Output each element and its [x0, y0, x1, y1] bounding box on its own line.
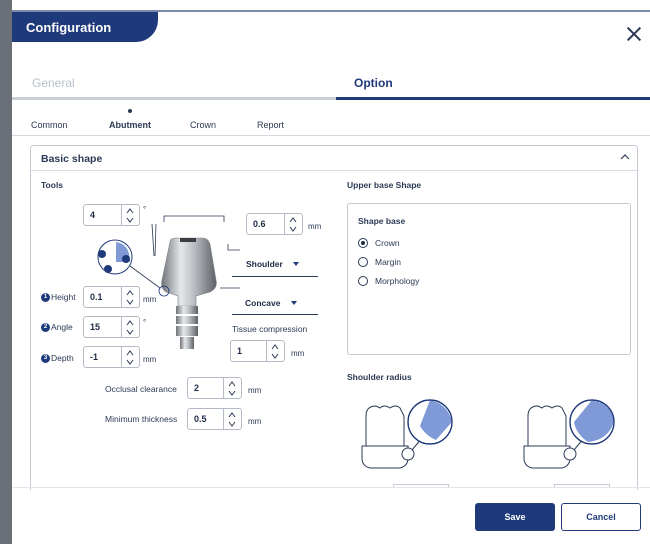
tab-option[interactable]: Option [354, 76, 393, 90]
tissue-compression-input[interactable]: 1 [230, 340, 285, 362]
radio-morphology-label[interactable]: Morphology [375, 276, 419, 286]
minimum-thickness-unit: mm [248, 417, 262, 426]
dialog-title: Configuration [26, 20, 112, 35]
chevron-up-icon[interactable] [620, 152, 630, 162]
height-label: Height [51, 292, 76, 302]
chevron-down-icon[interactable] [126, 298, 134, 306]
panel-title: Basic shape [41, 153, 103, 165]
tissue-compression-unit: mm [291, 349, 305, 358]
occlusal-clearance-unit: mm [248, 386, 262, 395]
tissue-compression-stepper[interactable] [266, 341, 284, 361]
chevron-up-icon[interactable] [126, 349, 134, 357]
chevron-down-icon[interactable] [271, 352, 279, 360]
chevron-up-icon[interactable] [228, 380, 236, 388]
depth-badge: 3 [41, 354, 50, 363]
chevron-up-icon[interactable] [289, 216, 297, 224]
radio-crown[interactable] [358, 238, 368, 248]
occlusal-clearance-input[interactable]: 2 [187, 377, 242, 399]
depth-label: Depth [51, 353, 74, 363]
footer-divider [12, 487, 650, 488]
margin-profile-dropdown[interactable]: Concave [245, 298, 280, 308]
height-unit: mm [143, 295, 157, 304]
tools-label: Tools [41, 180, 64, 190]
shape-base-title: Shape base [358, 216, 406, 226]
subtab-report[interactable]: Report [257, 120, 284, 130]
height-stepper[interactable] [121, 287, 139, 307]
radio-morphology[interactable] [358, 276, 368, 286]
shoulder-radius-small-illustration [361, 399, 453, 469]
save-button[interactable]: Save [475, 503, 555, 531]
chevron-up-icon[interactable] [271, 343, 279, 351]
chevron-down-icon[interactable] [293, 262, 299, 266]
chevron-down-icon[interactable] [228, 420, 236, 428]
tissue-compression-label: Tissue compression [232, 324, 308, 334]
depth-input[interactable]: -1 [83, 346, 140, 368]
margin-width-stepper[interactable] [284, 214, 302, 234]
radio-margin-label[interactable]: Margin [375, 257, 401, 267]
tab-underline-general [12, 97, 336, 100]
chevron-down-icon[interactable] [126, 358, 134, 366]
subtab-crown[interactable]: Crown [190, 120, 216, 130]
angle-input[interactable]: 15 [83, 316, 140, 338]
shoulder-radius-large-illustration [523, 399, 615, 469]
chevron-down-icon[interactable] [228, 389, 236, 397]
panel-header-divider [31, 170, 637, 171]
chevron-up-icon[interactable] [228, 411, 236, 419]
minimum-thickness-input[interactable]: 0.5 [187, 408, 242, 430]
occlusal-clearance-label: Occlusal clearance [105, 384, 177, 394]
subtab-common[interactable]: Common [31, 120, 68, 130]
height-badge: 1 [41, 293, 50, 302]
angle-label: Angle [51, 322, 73, 332]
radio-crown-label[interactable]: Crown [375, 238, 400, 248]
upper-base-shape-label: Upper base Shape [347, 180, 422, 190]
dropdown-underline [232, 314, 318, 315]
chevron-down-icon[interactable] [291, 301, 297, 305]
subtab-divider [12, 135, 650, 136]
active-subtab-dot [128, 109, 132, 113]
subtab-abutment[interactable]: Abutment [109, 120, 151, 130]
height-input[interactable]: 0.1 [83, 286, 140, 308]
tab-underline-option [336, 97, 650, 100]
angle-stepper[interactable] [121, 317, 139, 337]
chevron-up-icon[interactable] [126, 289, 134, 297]
window-edge [0, 0, 12, 544]
margin-width-unit: mm [308, 222, 322, 231]
dropdown-underline [232, 276, 318, 277]
shoulder-radius-label: Shoulder radius [347, 372, 412, 382]
angle-badge: 2 [41, 323, 50, 332]
margin-width-input[interactable]: 0.6 [246, 213, 303, 235]
occlusal-clearance-stepper[interactable] [223, 378, 241, 398]
chevron-down-icon[interactable] [126, 328, 134, 336]
configuration-dialog: Configuration General Option Common Abut… [0, 0, 650, 544]
chevron-down-icon[interactable] [289, 225, 297, 233]
close-icon[interactable] [626, 26, 642, 42]
angle-unit: ° [143, 318, 147, 327]
minimum-thickness-stepper[interactable] [223, 409, 241, 429]
cancel-button[interactable]: Cancel [561, 503, 641, 531]
minimum-thickness-label: Minimum thickness [105, 414, 178, 424]
depth-stepper[interactable] [121, 347, 139, 367]
radio-margin[interactable] [358, 257, 368, 267]
tab-general[interactable]: General [32, 76, 75, 90]
depth-unit: mm [143, 355, 157, 364]
chevron-up-icon[interactable] [126, 319, 134, 327]
margin-type-dropdown[interactable]: Shoulder [246, 259, 283, 269]
